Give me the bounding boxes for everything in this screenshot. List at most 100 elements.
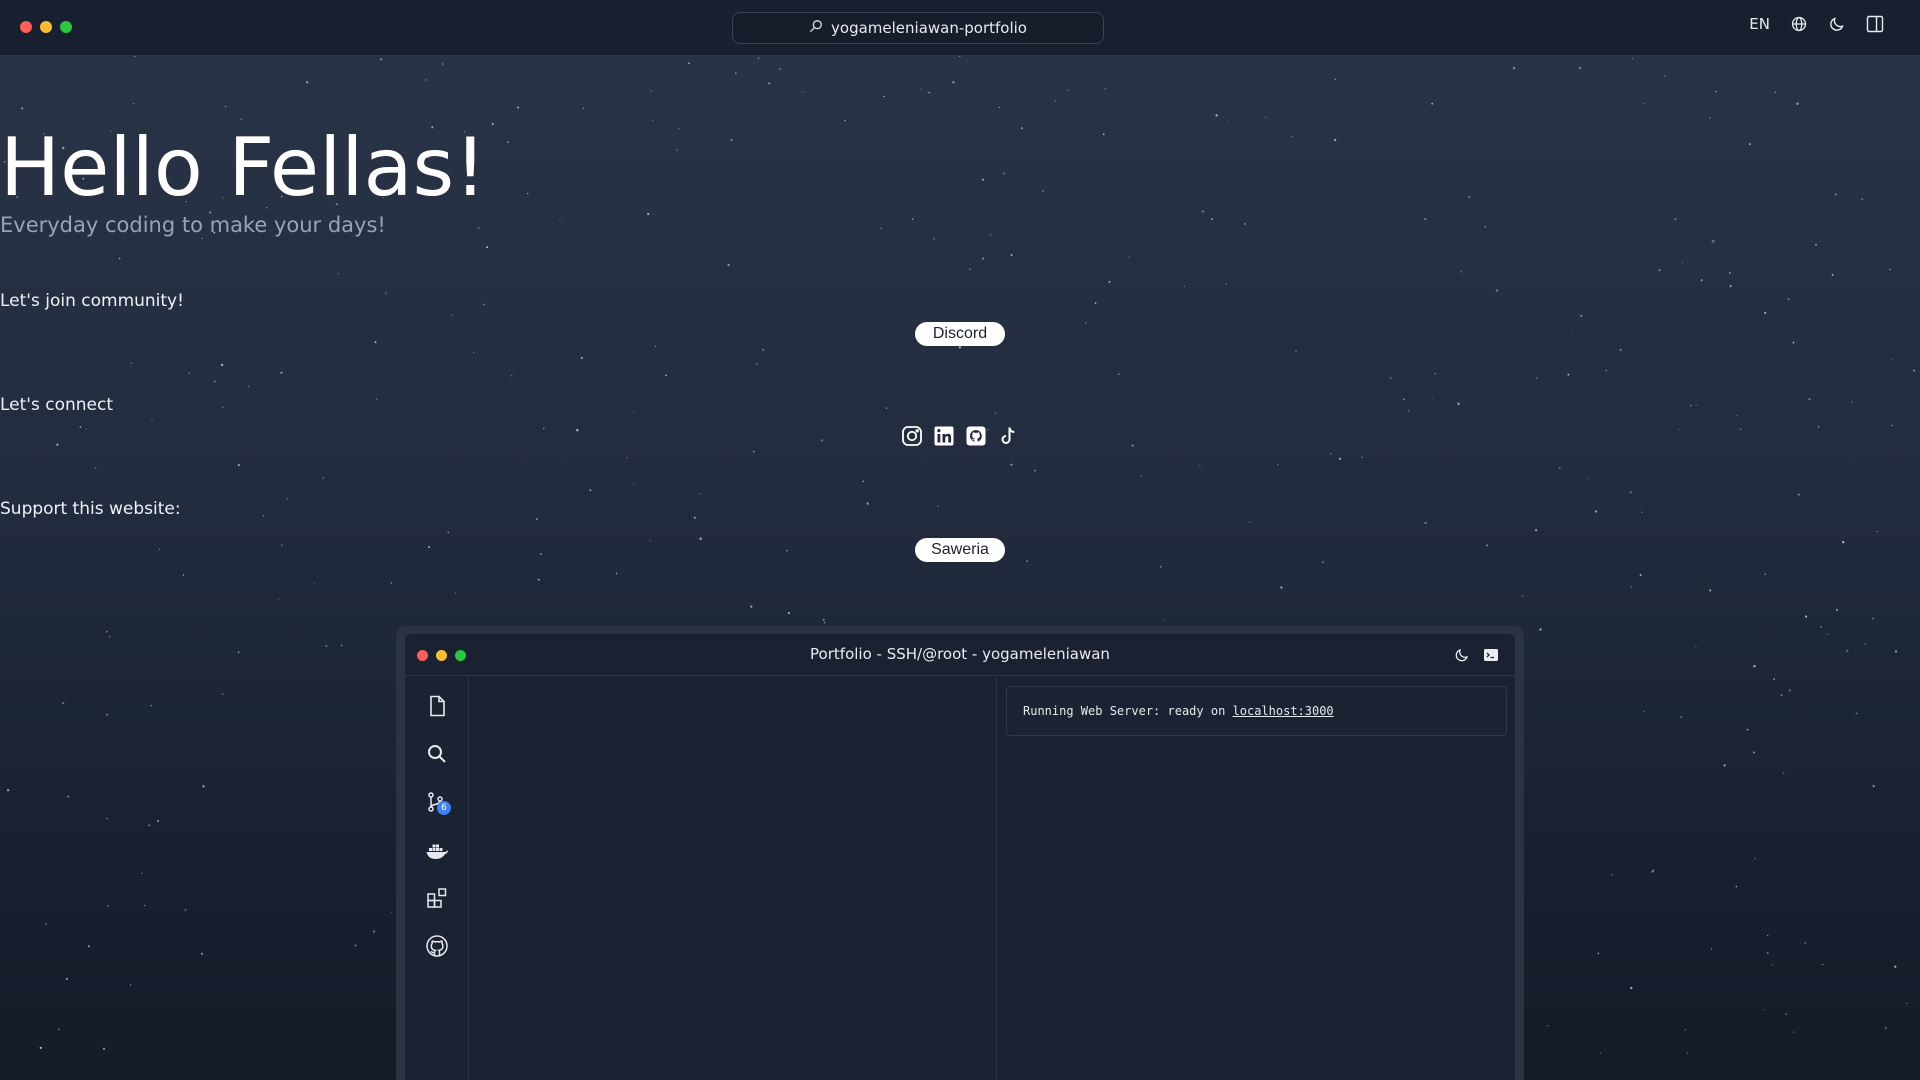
github-icon[interactable] [965, 425, 987, 447]
instagram-icon[interactable] [901, 425, 923, 447]
close-window-button[interactable] [20, 21, 32, 33]
star [1334, 78, 1337, 81]
star [1535, 529, 1538, 532]
star [1277, 464, 1279, 466]
star [958, 346, 962, 349]
star [1460, 271, 1462, 273]
support-label: Support this website: [0, 499, 181, 519]
star [750, 605, 753, 608]
star [1782, 772, 1785, 774]
star [883, 95, 885, 98]
docker-icon[interactable] [423, 836, 451, 864]
dark-mode-toggle-icon[interactable] [1828, 15, 1846, 33]
star [1578, 66, 1581, 69]
star [1788, 689, 1791, 692]
star [237, 464, 240, 467]
star [1664, 75, 1666, 77]
star [21, 107, 24, 110]
saweria-button[interactable]: Saweria [915, 538, 1005, 562]
search-icon[interactable] [423, 740, 451, 768]
star [1389, 377, 1392, 379]
star [107, 905, 109, 907]
star [1434, 373, 1437, 375]
star [1295, 350, 1297, 352]
star [1597, 952, 1600, 955]
star [1486, 544, 1489, 547]
star [1140, 475, 1142, 477]
star [441, 63, 444, 65]
star [1067, 89, 1070, 91]
star [184, 908, 187, 912]
star [118, 257, 121, 260]
maximize-window-button[interactable] [60, 21, 72, 33]
star [1249, 521, 1251, 523]
star [188, 372, 191, 375]
community-label: Let's join community! [0, 291, 184, 311]
star [1630, 986, 1633, 990]
star [105, 630, 108, 633]
star [314, 583, 316, 585]
star [322, 477, 325, 479]
star [1709, 589, 1712, 592]
star [1891, 358, 1894, 361]
star [1580, 314, 1583, 317]
tiktok-icon[interactable] [997, 425, 1019, 447]
star [540, 553, 542, 555]
star [1599, 1052, 1602, 1054]
star [1855, 712, 1858, 715]
sidebar-toggle-icon[interactable] [1866, 15, 1884, 33]
star [1872, 784, 1875, 788]
star [786, 549, 788, 552]
social-links [0, 425, 1920, 447]
star [615, 572, 618, 575]
star [221, 693, 224, 696]
address-bar[interactable]: yogameleniawan-portfolio [732, 12, 1104, 44]
star [106, 713, 109, 716]
star [1054, 100, 1057, 102]
file-icon[interactable] [423, 692, 451, 720]
extensions-icon[interactable] [423, 884, 451, 912]
star [95, 467, 97, 469]
github-icon[interactable] [423, 932, 451, 960]
language-selector[interactable]: EN [1749, 15, 1770, 33]
star [1184, 285, 1186, 287]
star [1010, 253, 1013, 257]
star [428, 546, 431, 549]
star [454, 592, 457, 594]
terminal-panel: Running Web Server: ready on localhost:3… [998, 676, 1515, 1080]
star [1872, 617, 1874, 620]
star [182, 574, 185, 576]
star [150, 704, 152, 707]
terminal-icon[interactable] [1483, 647, 1499, 663]
star [862, 480, 865, 483]
localhost-link[interactable]: localhost:3000 [1233, 704, 1334, 718]
star [1571, 332, 1573, 334]
moon-icon[interactable] [1454, 647, 1470, 663]
star [424, 78, 428, 81]
linkedin-icon[interactable] [933, 425, 955, 447]
star [1796, 102, 1799, 105]
star [1746, 728, 1749, 731]
star [778, 68, 781, 70]
star [1684, 1028, 1687, 1031]
star [1159, 566, 1162, 568]
star [727, 263, 730, 267]
star [1785, 1013, 1787, 1015]
git-branch-icon[interactable]: 6 [423, 788, 451, 816]
star [337, 273, 339, 275]
minimize-window-button[interactable] [40, 21, 52, 33]
star [1652, 869, 1655, 872]
discord-button[interactable]: Discord [915, 322, 1005, 346]
star [103, 1047, 105, 1050]
star [1117, 373, 1120, 375]
star [473, 351, 475, 354]
star [1010, 463, 1013, 466]
star [372, 930, 376, 933]
star [688, 62, 691, 65]
star [1558, 467, 1561, 470]
editor-area [469, 676, 997, 1080]
star [1163, 619, 1166, 621]
star [132, 103, 135, 105]
star [1700, 279, 1703, 282]
globe-icon[interactable] [1790, 15, 1808, 33]
